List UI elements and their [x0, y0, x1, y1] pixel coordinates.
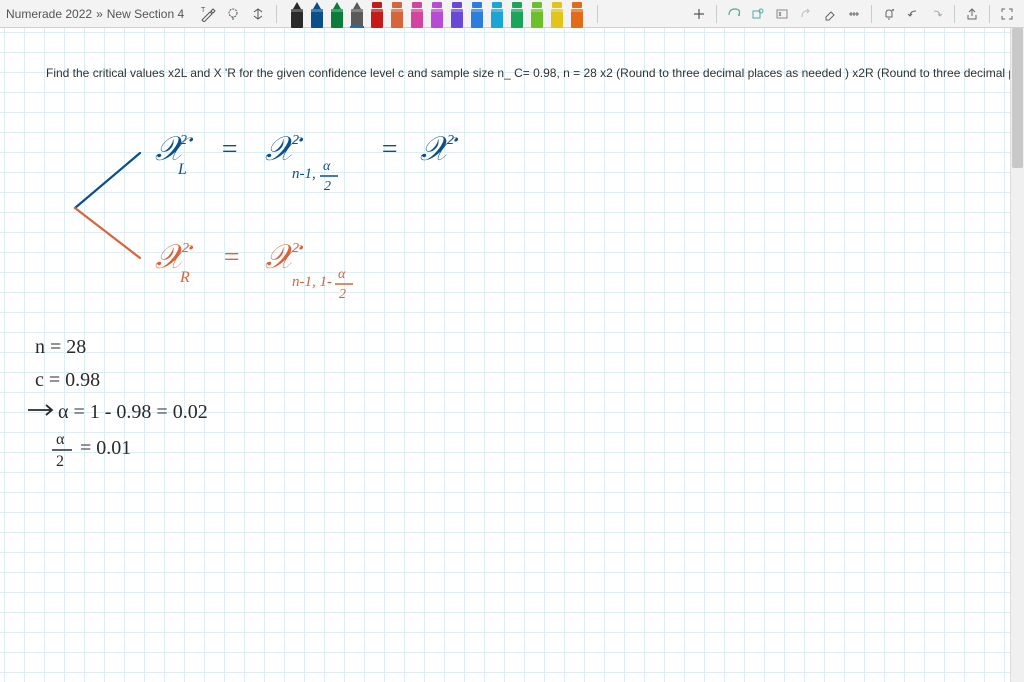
highlighter-pen[interactable]	[528, 2, 546, 28]
canvas[interactable]: Find the critical values x2L and X 'R fo…	[0, 28, 1024, 682]
ruler-icon[interactable]	[843, 3, 865, 25]
toolbar: Numerade 2022 » New Section 4 T	[0, 0, 1024, 28]
share-icon[interactable]	[961, 3, 983, 25]
ink-to-shape-icon[interactable]	[747, 3, 769, 25]
undo-icon[interactable]	[902, 3, 924, 25]
notification-icon[interactable]	[878, 3, 900, 25]
ink-pen[interactable]	[308, 2, 326, 28]
highlighter-pen[interactable]	[568, 2, 586, 28]
divider	[276, 5, 277, 23]
highlighter-pen[interactable]	[488, 2, 506, 28]
highlighter-pen[interactable]	[408, 2, 426, 28]
pen-palette	[288, 0, 586, 28]
ink-pen[interactable]	[288, 2, 306, 28]
redo-icon[interactable]	[926, 3, 948, 25]
divider	[597, 5, 598, 23]
ink-to-math-icon[interactable]	[771, 3, 793, 25]
highlighter-pen[interactable]	[548, 2, 566, 28]
shape-lasso-icon[interactable]	[723, 3, 745, 25]
divider	[871, 5, 872, 23]
highlighter-pen[interactable]	[448, 2, 466, 28]
divider	[954, 5, 955, 23]
lasso-icon[interactable]	[222, 3, 244, 25]
highlighter-pen[interactable]	[388, 2, 406, 28]
ink-pen[interactable]	[328, 2, 346, 28]
breadcrumb-sep: »	[96, 7, 103, 21]
divider	[989, 5, 990, 23]
highlighter-pen[interactable]	[468, 2, 486, 28]
svg-text:T: T	[201, 7, 206, 14]
highlighter-pen[interactable]	[428, 2, 446, 28]
right-toolbar	[688, 3, 1018, 25]
breadcrumb-root[interactable]: Numerade 2022	[6, 7, 92, 21]
breadcrumb[interactable]: Numerade 2022 » New Section 4	[6, 7, 184, 21]
problem-text: Find the critical values x2L and X 'R fo…	[46, 66, 1024, 80]
eraser-icon[interactable]	[819, 3, 841, 25]
ink-replay-icon[interactable]	[795, 3, 817, 25]
highlighter-pen[interactable]	[368, 2, 386, 28]
fullscreen-icon[interactable]	[996, 3, 1018, 25]
insert-space-icon[interactable]	[247, 3, 269, 25]
scrollbar-thumb[interactable]	[1012, 28, 1023, 168]
scrollbar[interactable]	[1010, 28, 1024, 682]
ink-pen[interactable]	[348, 2, 366, 28]
text-tool-icon[interactable]: T	[197, 3, 219, 25]
add-pen-icon[interactable]	[688, 3, 710, 25]
breadcrumb-page[interactable]: New Section 4	[107, 7, 184, 21]
highlighter-pen[interactable]	[508, 2, 526, 28]
divider	[716, 5, 717, 23]
grid-background	[0, 28, 1024, 682]
